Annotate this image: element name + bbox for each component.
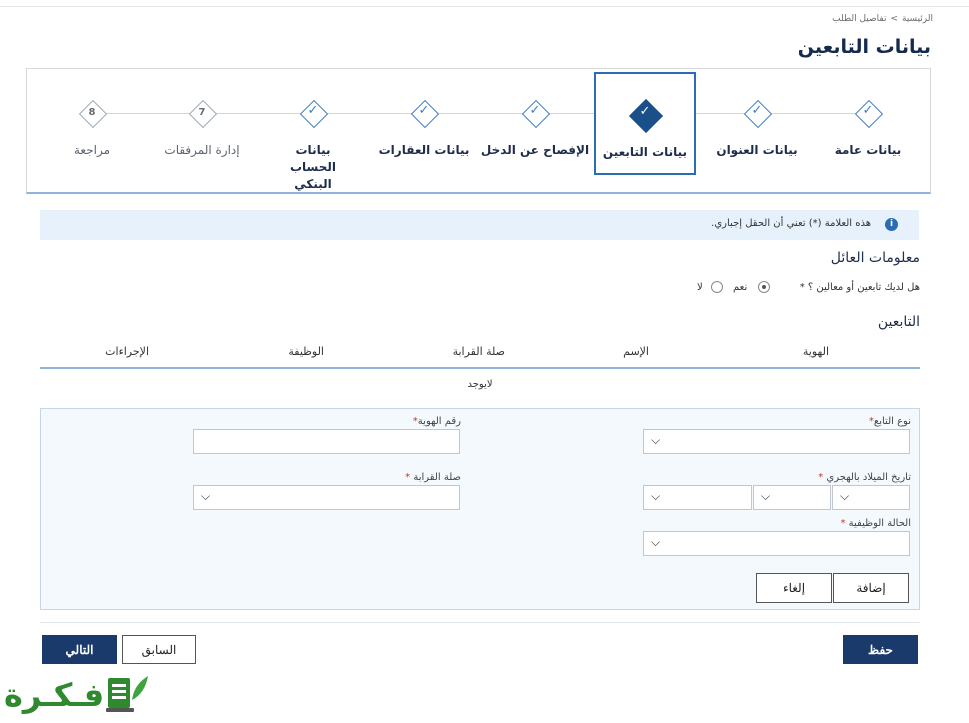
column-header-relation: صلة القرابة	[452, 345, 505, 358]
id-number-label: رقم الهوية*	[412, 416, 461, 427]
step-real-estate[interactable]: ✓ بيانات العقارات	[368, 70, 480, 170]
radio-yes[interactable]	[758, 281, 770, 293]
job-status-select[interactable]: ⌵	[643, 531, 910, 556]
column-header-name: الإسم	[623, 345, 649, 358]
chevron-down-icon: ⌵	[651, 535, 661, 549]
watermark-logo: فـكـرة	[4, 666, 154, 720]
step-label: بيانات العقارات	[378, 143, 470, 157]
family-info-title: معلومات العائل	[830, 250, 920, 266]
step-label: بيانات العنوان	[716, 143, 798, 157]
step-review[interactable]: 8 مراجعة	[36, 70, 148, 170]
chevron-down-icon: ⌵	[840, 489, 850, 503]
step-label: مراجعة	[73, 143, 111, 157]
dependent-type-select[interactable]: ⌵	[643, 429, 910, 454]
watermark-text: فـكـرة	[4, 676, 105, 714]
column-header-id: الهوية	[802, 345, 829, 358]
info-text: هذه العلامة (*) تعني أن الحقل إجباري.	[711, 218, 871, 229]
check-icon: ✓	[307, 103, 319, 118]
check-icon: ✓	[529, 103, 541, 118]
radio-yes-label: نعم	[733, 282, 748, 293]
relation-label: صلة القرابة *	[405, 472, 461, 483]
step-label: الإفصاح عن الدخل	[480, 143, 590, 157]
footer-divider	[40, 622, 920, 623]
next-button[interactable]: التالي	[42, 635, 117, 664]
step-label: إدارة المرفقات	[164, 143, 240, 157]
check-icon: ✓	[862, 103, 874, 118]
radio-no-label: لا	[697, 282, 703, 293]
birth-day-select[interactable]: ⌵	[832, 485, 910, 510]
check-icon: ✓	[639, 104, 651, 119]
column-header-actions: الإجراءات	[105, 345, 149, 358]
step-number: 7	[198, 107, 206, 118]
job-status-label: الحالة الوظيفية *	[840, 518, 911, 529]
previous-button[interactable]: السابق	[122, 635, 196, 664]
save-button[interactable]: حفظ	[843, 635, 918, 664]
table-empty-text: لايوجد	[467, 379, 493, 390]
check-icon: ✓	[418, 103, 430, 118]
book-leaf-icon	[106, 676, 148, 712]
chevron-down-icon: ⌵	[651, 489, 661, 503]
info-banner: i هذه العلامة (*) تعني أن الحقل إجباري.	[40, 210, 919, 240]
dependent-type-label: نوع التابع*	[868, 416, 911, 427]
chevron-down-icon: ⌵	[761, 489, 771, 503]
step-label: بيانات الحساب البنكي	[289, 143, 337, 191]
add-button[interactable]: إضافة	[833, 573, 909, 603]
radio-no[interactable]	[711, 281, 723, 293]
breadcrumb: الرئيسية >تفاصيل الطلب	[832, 14, 933, 24]
relation-select[interactable]: ⌵	[193, 485, 460, 510]
page-title: بيانات التابعين	[797, 36, 931, 58]
top-divider	[0, 6, 969, 7]
birth-month-select[interactable]: ⌵	[753, 485, 831, 510]
step-attachments[interactable]: 7 إدارة المرفقات	[146, 70, 258, 170]
dependents-title: التابعين	[877, 314, 920, 330]
birth-year-select[interactable]: ⌵	[643, 485, 752, 510]
step-dependents-active[interactable]: ✓ بيانات التابعين	[594, 72, 696, 175]
chevron-down-icon: ⌵	[651, 433, 661, 447]
check-icon: ✓	[751, 103, 763, 118]
step-income-disclosure[interactable]: ✓ الإفصاح عن الدخل	[479, 70, 591, 170]
step-label: بيانات عامة	[834, 143, 902, 157]
dependents-question: هل لديك تابعين أو معالين ؟ *	[799, 282, 920, 293]
birth-date-label: تاريخ الميلاد بالهجري *	[818, 472, 911, 483]
cancel-button[interactable]: إلغاء	[756, 573, 832, 603]
step-general-info[interactable]: ✓ بيانات عامة	[812, 70, 924, 170]
step-label: بيانات التابعين	[602, 145, 688, 159]
chevron-down-icon: ⌵	[201, 489, 211, 503]
breadcrumb-current: تفاصيل الطلب	[832, 14, 887, 24]
id-number-input[interactable]	[193, 429, 460, 454]
column-header-job: الوظيفة	[288, 345, 324, 358]
step-bank-account[interactable]: ✓ بيانات الحساب البنكي	[257, 70, 369, 191]
info-icon: i	[885, 218, 898, 231]
step-number: 8	[88, 107, 96, 118]
step-address[interactable]: ✓ بيانات العنوان	[701, 70, 813, 170]
breadcrumb-home[interactable]: الرئيسية	[902, 14, 933, 24]
breadcrumb-separator: >	[890, 14, 898, 24]
table-header-divider	[40, 367, 920, 369]
